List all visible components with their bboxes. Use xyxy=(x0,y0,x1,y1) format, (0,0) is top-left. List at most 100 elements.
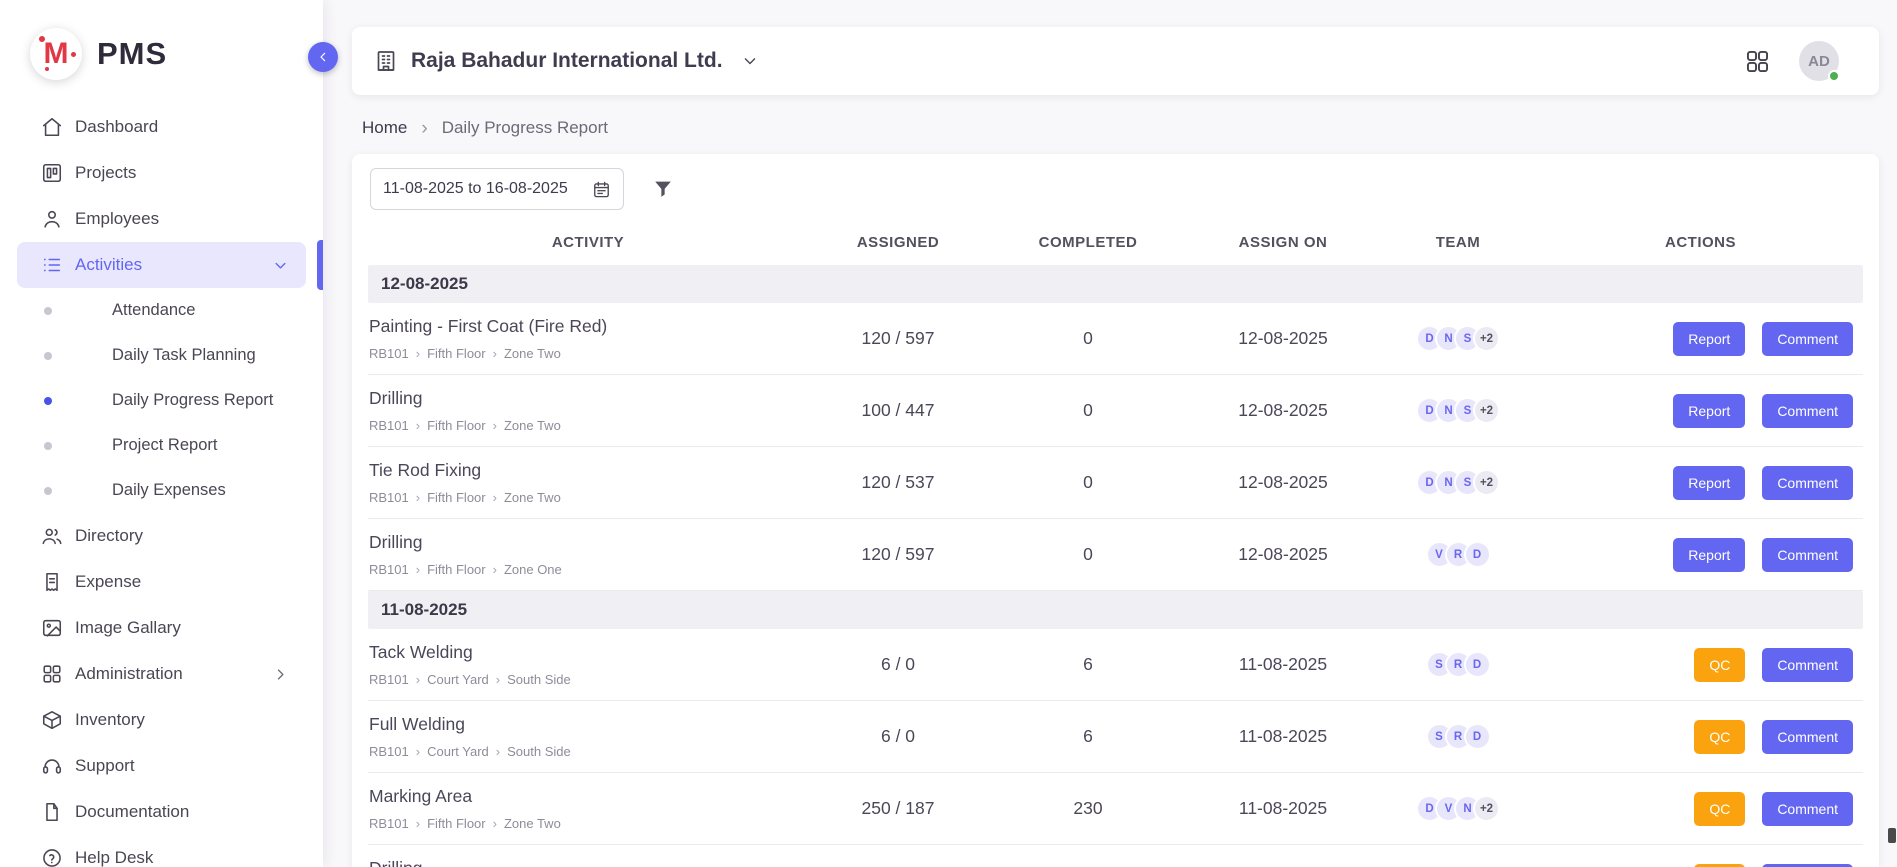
breadcrumb-home[interactable]: Home xyxy=(362,118,407,138)
activity-path: RB101›Court Yard›South Side xyxy=(369,672,788,687)
column-header-completed: COMPLETED xyxy=(988,234,1188,251)
assign-on-value: 11-08-2025 xyxy=(1188,726,1378,747)
report-button[interactable]: Report xyxy=(1673,322,1745,356)
sidebar-subitem-daily-task-planning[interactable]: Daily Task Planning xyxy=(0,333,323,378)
path-separator-icon: › xyxy=(493,491,497,504)
path-part: RB101 xyxy=(369,346,409,361)
sidebar-subitem-label: Daily Expenses xyxy=(112,481,226,500)
assign-on-value: 11-08-2025 xyxy=(1188,654,1378,675)
sidebar-item-help-desk[interactable]: Help Desk xyxy=(17,835,306,867)
activity-title: Drilling xyxy=(369,858,788,867)
comment-button[interactable]: Comment xyxy=(1762,538,1853,572)
comment-button[interactable]: Comment xyxy=(1762,792,1853,826)
team-extra-count[interactable]: +2 xyxy=(1473,397,1500,424)
comment-button[interactable]: Comment xyxy=(1762,322,1853,356)
logo-dot xyxy=(71,52,76,57)
sidebar-subitem-daily-expenses[interactable]: Daily Expenses xyxy=(0,468,323,513)
qc-button[interactable]: QC xyxy=(1694,864,1745,867)
comment-button[interactable]: Comment xyxy=(1762,394,1853,428)
column-header-activity: ACTIVITY xyxy=(368,234,808,251)
activity-path: RB101›Fifth Floor›Zone Two xyxy=(369,346,788,361)
sidebar-item-administration[interactable]: Administration xyxy=(17,651,306,697)
row-actions: Report Comment xyxy=(1538,322,1863,356)
completed-value: 0 xyxy=(988,328,1188,349)
sidebar-subitem-label: Daily Task Planning xyxy=(112,346,256,365)
team-avatars: DNS+2 xyxy=(1378,325,1538,352)
sidebar-item-employees[interactable]: Employees xyxy=(17,196,306,242)
home-icon xyxy=(41,116,63,138)
helpdesk-icon xyxy=(41,847,63,867)
column-header-assigned: ASSIGNED xyxy=(808,234,988,251)
apps-grid-button[interactable] xyxy=(1744,48,1771,75)
team-avatars: DVN+2 xyxy=(1378,795,1538,822)
team-extra-count[interactable]: +2 xyxy=(1473,469,1500,496)
qc-button[interactable]: QC xyxy=(1694,792,1745,826)
activity-cell: Marking Area RB101›Fifth Floor›Zone Two xyxy=(368,786,808,831)
assign-on-value: 12-08-2025 xyxy=(1188,544,1378,565)
administration-icon xyxy=(41,663,63,685)
date-range-input[interactable]: 11-08-2025 to 16-08-2025 xyxy=(370,168,624,210)
sidebar-item-inventory[interactable]: Inventory xyxy=(17,697,306,743)
app-root: M PMS Dashboard Projects Employees Activ… xyxy=(0,0,1897,867)
activity-cell: Painting - First Coat (Fire Red) RB101›F… xyxy=(368,316,808,361)
report-button[interactable]: Report xyxy=(1673,394,1745,428)
sidebar-subitem-attendance[interactable]: Attendance xyxy=(0,288,323,333)
sidebar-item-label: Help Desk xyxy=(75,848,153,867)
path-part: Zone Two xyxy=(504,418,561,433)
team-extra-count[interactable]: +2 xyxy=(1473,795,1500,822)
assigned-value: 120 / 597 xyxy=(808,328,988,349)
building-icon xyxy=(374,49,398,73)
sidebar-item-label: Administration xyxy=(75,664,183,684)
comment-button[interactable]: Comment xyxy=(1762,466,1853,500)
sidebar-item-activities[interactable]: Activities xyxy=(17,242,306,288)
sidebar-collapse-button[interactable] xyxy=(308,42,338,72)
sidebar-subitem-daily-progress-report[interactable]: Daily Progress Report xyxy=(0,378,323,423)
date-group-header: 12-08-2025 xyxy=(368,265,1863,303)
sidebar-item-label: Image Gallary xyxy=(75,618,181,638)
activity-cell: Tack Welding RB101›Court Yard›South Side xyxy=(368,642,808,687)
path-separator-icon: › xyxy=(416,419,420,432)
sidebar-item-expense[interactable]: Expense xyxy=(17,559,306,605)
path-part: Zone Two xyxy=(504,490,561,505)
qc-button[interactable]: QC xyxy=(1694,648,1745,682)
report-card: 11-08-2025 to 16-08-2025 ACTIVITYASSIGNE… xyxy=(352,154,1879,867)
sidebar-item-projects[interactable]: Projects xyxy=(17,150,306,196)
comment-button[interactable]: Comment xyxy=(1762,720,1853,754)
row-actions: QC Comment xyxy=(1538,864,1863,867)
sidebar-item-support[interactable]: Support xyxy=(17,743,306,789)
sidebar-subitem-project-report[interactable]: Project Report xyxy=(0,423,323,468)
path-part: Fifth Floor xyxy=(427,562,486,577)
employees-icon xyxy=(41,208,63,230)
directory-icon xyxy=(41,525,63,547)
sidebar-item-directory[interactable]: Directory xyxy=(17,513,306,559)
team-extra-count[interactable]: +2 xyxy=(1473,325,1500,352)
sidebar-subitem-label: Project Report xyxy=(112,436,217,455)
comment-button[interactable]: Comment xyxy=(1762,648,1853,682)
path-separator-icon: › xyxy=(416,563,420,576)
report-button[interactable]: Report xyxy=(1673,538,1745,572)
sidebar-item-label: Activities xyxy=(75,255,142,275)
sidebar-item-documentation[interactable]: Documentation xyxy=(17,789,306,835)
user-avatar[interactable]: AD xyxy=(1799,41,1839,81)
table-row: Drilling RB101›Fifth Floor›Zone Two 120 … xyxy=(368,845,1863,867)
completed-value: 0 xyxy=(988,544,1188,565)
apps-grid-icon xyxy=(1744,48,1771,75)
path-part: Fifth Floor xyxy=(427,816,486,831)
report-button[interactable]: Report xyxy=(1673,466,1745,500)
support-icon xyxy=(41,755,63,777)
path-part: Fifth Floor xyxy=(427,490,486,505)
assigned-value: 120 / 537 xyxy=(808,472,988,493)
activity-cell: Full Welding RB101›Court Yard›South Side xyxy=(368,714,808,759)
company-selector[interactable]: Raja Bahadur International Ltd. xyxy=(374,49,760,73)
sidebar-item-label: Projects xyxy=(75,163,136,183)
qc-button[interactable]: QC xyxy=(1694,720,1745,754)
app-logo: M PMS xyxy=(0,24,323,104)
sidebar-item-image-gallary[interactable]: Image Gallary xyxy=(17,605,306,651)
activity-title: Tack Welding xyxy=(369,642,788,663)
comment-button[interactable]: Comment xyxy=(1762,864,1853,867)
path-part: RB101 xyxy=(369,490,409,505)
scrollbar-thumb[interactable] xyxy=(1888,828,1896,843)
chevron-left-icon xyxy=(315,49,331,65)
sidebar-item-dashboard[interactable]: Dashboard xyxy=(17,104,306,150)
filter-button[interactable] xyxy=(652,178,674,200)
